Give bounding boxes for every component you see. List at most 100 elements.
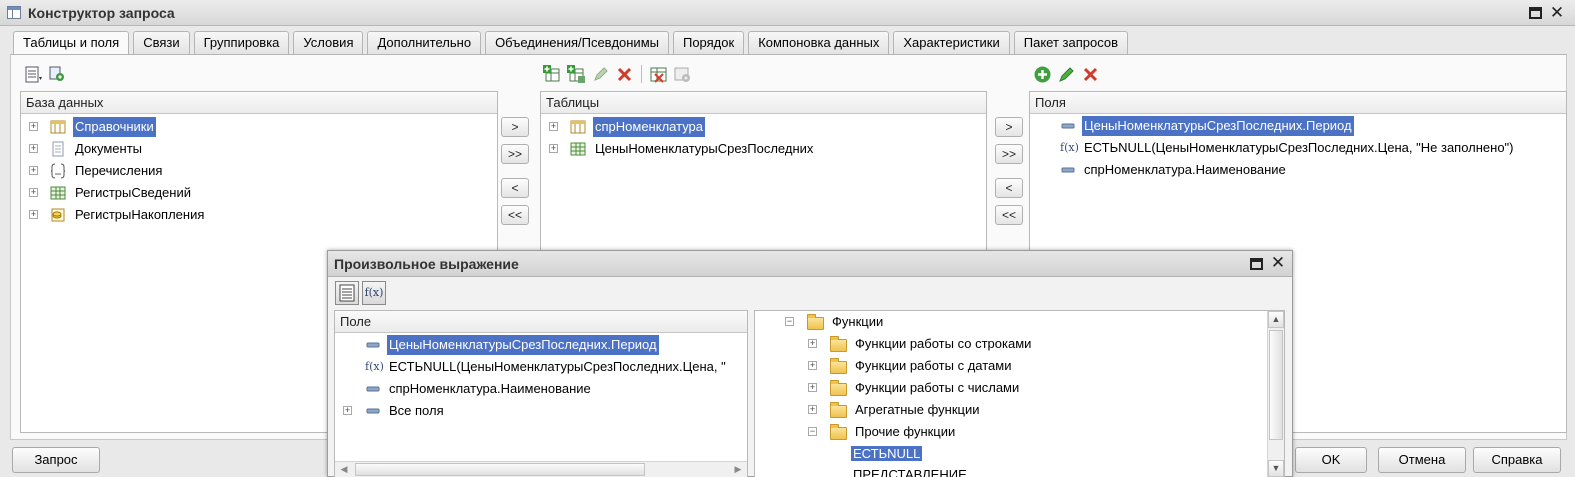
list-icon[interactable] [24, 65, 43, 84]
add-table-icon[interactable] [543, 64, 562, 84]
tab-order[interactable]: Порядок [672, 31, 745, 54]
info-register-icon [570, 141, 586, 157]
window-titlebar: Конструктор запроса ✕ [0, 0, 1575, 26]
tree-item-label: РегистрыНакопления [75, 207, 205, 222]
tab-characteristics[interactable]: Характеристики [893, 31, 1010, 54]
collapse-icon[interactable]: − [785, 317, 794, 326]
tab-unions-aliases[interactable]: Объединения/Псевдонимы [485, 31, 669, 54]
tree-item-label: ПРЕДСТАВЛЕНИЕ [853, 467, 967, 477]
scroll-up-icon[interactable]: ▲ [1268, 311, 1284, 328]
expand-icon[interactable]: + [549, 144, 558, 153]
function-icon: f(x) [1060, 141, 1079, 154]
expand-icon[interactable]: + [29, 210, 38, 219]
table-icon [7, 6, 21, 19]
field-icon [365, 381, 381, 397]
catalog-icon [570, 119, 586, 135]
help-button[interactable]: Справка [1473, 447, 1561, 473]
collapse-icon[interactable]: − [808, 427, 817, 436]
functions-view-button[interactable]: f(x) [362, 281, 386, 305]
tab-additional[interactable]: Дополнительно [367, 31, 482, 54]
tab-conditions[interactable]: Условия [293, 31, 364, 54]
tree-item-isnull[interactable]: ЕСТЬNULL [851, 444, 923, 464]
add-all-tables-button[interactable]: >> [501, 144, 529, 164]
maximize-button[interactable] [1527, 5, 1543, 21]
add-field-icon[interactable] [1033, 65, 1052, 84]
folder-icon [830, 402, 847, 418]
scroll-right-icon[interactable]: ▶ [729, 462, 747, 477]
vertical-scrollbar[interactable]: ▲ ▼ [1267, 311, 1284, 477]
add-field-button[interactable]: > [995, 117, 1023, 137]
tab-links[interactable]: Связи [133, 31, 190, 54]
dialog-title: Произвольное выражение [334, 256, 519, 272]
expand-icon[interactable]: + [29, 188, 38, 197]
expand-icon[interactable]: + [808, 361, 817, 370]
cancel-button[interactable]: Отмена [1378, 447, 1466, 473]
window-title: Конструктор запроса [28, 5, 175, 21]
accumulation-register-icon [50, 207, 66, 223]
database-panel-header: База данных [21, 92, 497, 114]
add-all-fields-button[interactable]: >> [995, 144, 1023, 164]
tab-grouping[interactable]: Группировка [193, 31, 290, 54]
dialog-close-button[interactable]: ✕ [1270, 254, 1286, 271]
horizontal-scrollbar[interactable]: ◀ ▶ [335, 461, 747, 477]
scroll-thumb[interactable] [355, 463, 645, 476]
dialog-maximize-button[interactable] [1248, 256, 1264, 272]
remove-table-button[interactable]: < [501, 178, 529, 198]
scroll-thumb[interactable] [1269, 330, 1283, 440]
remove-all-fields-button[interactable]: << [995, 205, 1023, 225]
folder-icon [830, 380, 847, 396]
tree-item-label: Прочие функции [855, 424, 956, 439]
functions-tree-panel: − Функции + Функции работы со строками +… [754, 310, 1285, 477]
tree-item-presentation[interactable]: ПРЕДСТАВЛЕНИЕ [853, 465, 967, 477]
field-item-label: ЕСТЬNULL(ЦеныНоменклатурыСрезПоследних.Ц… [1084, 140, 1514, 155]
search-settings-icon[interactable] [48, 65, 67, 84]
function-icon: f(x) [364, 286, 384, 299]
tab-data-composition[interactable]: Компоновка данных [748, 31, 890, 54]
expand-icon[interactable]: + [808, 339, 817, 348]
folder-icon [830, 424, 847, 440]
scroll-left-icon[interactable]: ◀ [335, 462, 353, 477]
expand-icon[interactable]: + [29, 144, 38, 153]
dialog-titlebar: Произвольное выражение ✕ [328, 251, 1292, 277]
maximize-icon [1529, 7, 1542, 19]
fields-panel-header: Поля [1030, 92, 1566, 114]
field-item-label: ЦеныНоменклатурыСрезПоследних.Период [1082, 116, 1354, 136]
dialog-field-panel-header: Поле [335, 311, 747, 333]
remove-all-tables-button[interactable]: << [501, 205, 529, 225]
tree-item-label: Перечисления [75, 163, 163, 178]
tree-item-label: Агрегатные функции [855, 402, 980, 417]
add-nested-query-icon[interactable] [567, 64, 586, 84]
tab-tables-and-fields[interactable]: Таблицы и поля [13, 31, 130, 56]
delete-field-icon[interactable] [1081, 65, 1100, 84]
ok-button[interactable]: OK [1295, 447, 1367, 473]
tree-item-label: Функции работы со строками [855, 336, 1032, 351]
delete-icon[interactable] [615, 65, 634, 84]
expand-icon[interactable]: + [29, 166, 38, 175]
expand-icon[interactable]: + [343, 406, 352, 415]
maximize-icon [1250, 258, 1263, 270]
expand-icon[interactable]: + [808, 383, 817, 392]
fields-view-button[interactable] [335, 281, 359, 305]
edit-field-icon[interactable] [1057, 65, 1076, 84]
field-item-label: Все поля [389, 403, 444, 418]
edit-icon[interactable] [591, 65, 610, 84]
add-table-button[interactable]: > [501, 117, 529, 137]
expand-icon[interactable]: + [808, 405, 817, 414]
field-icon [365, 337, 381, 353]
tree-item-label: Справочники [73, 117, 156, 137]
tab-query-batch[interactable]: Пакет запросов [1013, 31, 1128, 54]
field-item-label: спрНоменклатура.Наименование [389, 381, 591, 396]
dialog-field-panel: Поле ЦеныНоменклатурыСрезПоследних.Перио… [334, 310, 748, 477]
table-item-label: спрНоменклатура [593, 117, 706, 137]
table-settings-icon[interactable] [673, 65, 692, 84]
field-icon [1060, 162, 1076, 178]
scroll-down-icon[interactable]: ▼ [1268, 460, 1284, 477]
expand-icon[interactable]: + [549, 122, 558, 131]
close-button[interactable]: ✕ [1549, 4, 1565, 21]
expand-icon[interactable]: + [29, 122, 38, 131]
list-icon [339, 284, 355, 302]
replace-table-icon[interactable] [649, 65, 668, 84]
field-item-label: спрНоменклатура.Наименование [1084, 162, 1286, 177]
remove-field-button[interactable]: < [995, 178, 1023, 198]
query-button[interactable]: Запрос [12, 447, 100, 473]
